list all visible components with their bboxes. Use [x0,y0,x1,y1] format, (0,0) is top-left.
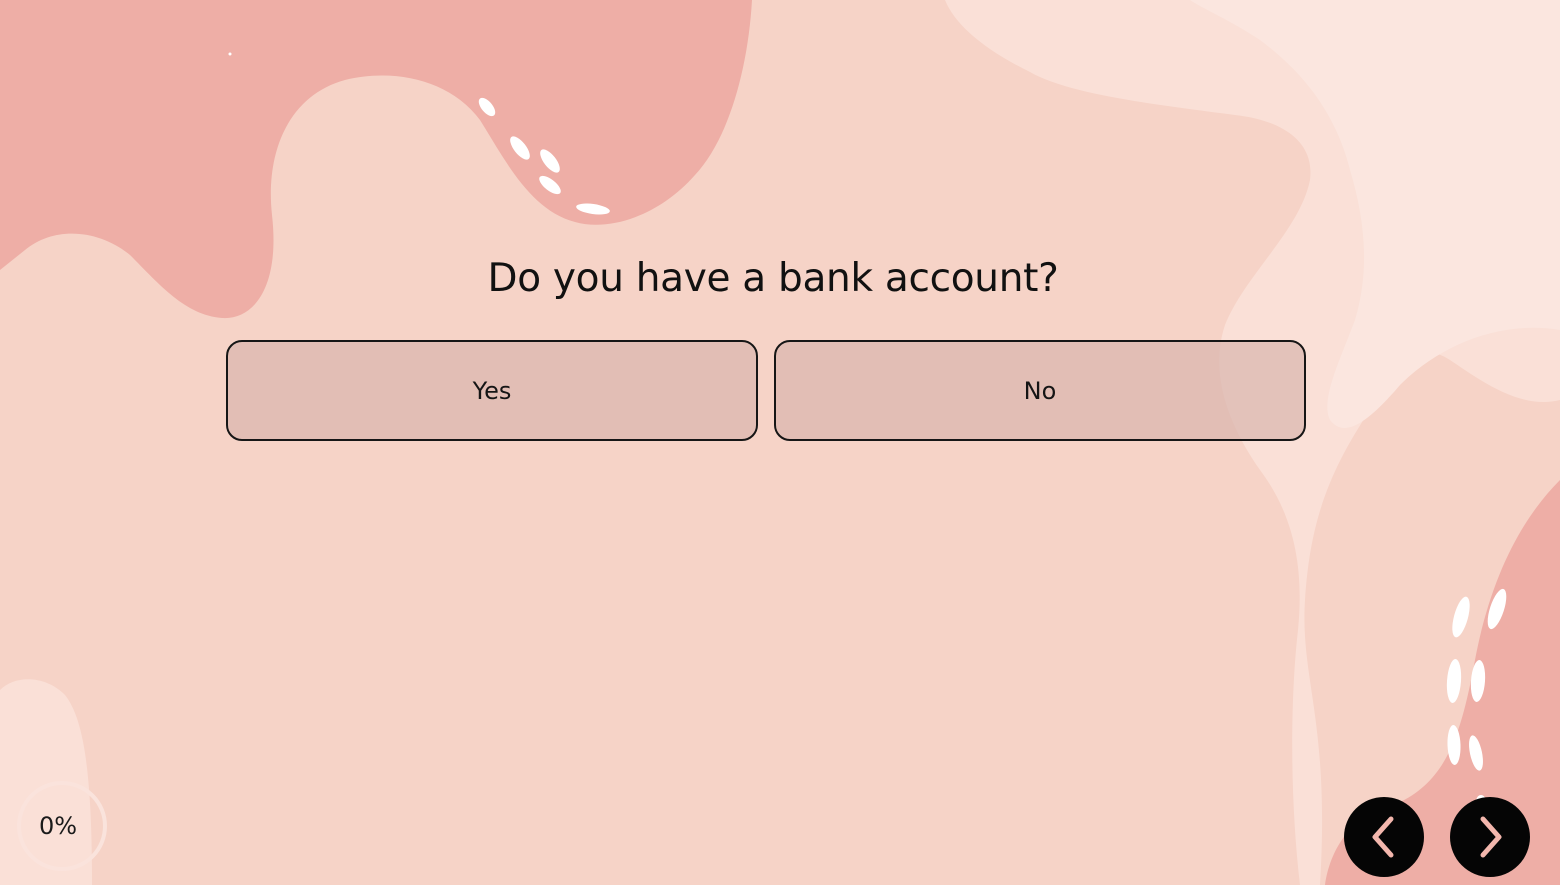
option-yes-label: Yes [472,376,512,405]
option-no-label: No [1023,376,1057,405]
survey-screen: Do you have a bank account? Yes No 0% [0,0,1560,885]
next-button[interactable] [1450,797,1530,877]
chevron-left-icon [1372,816,1394,858]
chevron-right-icon [1480,816,1502,858]
previous-button[interactable] [1344,797,1424,877]
option-no-button[interactable]: No [774,340,1306,441]
progress-percent: 0% [38,812,78,840]
option-yes-button[interactable]: Yes [226,340,758,441]
decorative-background [0,0,1560,885]
progress-indicator: 0% [16,780,108,872]
question-title: Do you have a bank account? [487,256,1059,301]
